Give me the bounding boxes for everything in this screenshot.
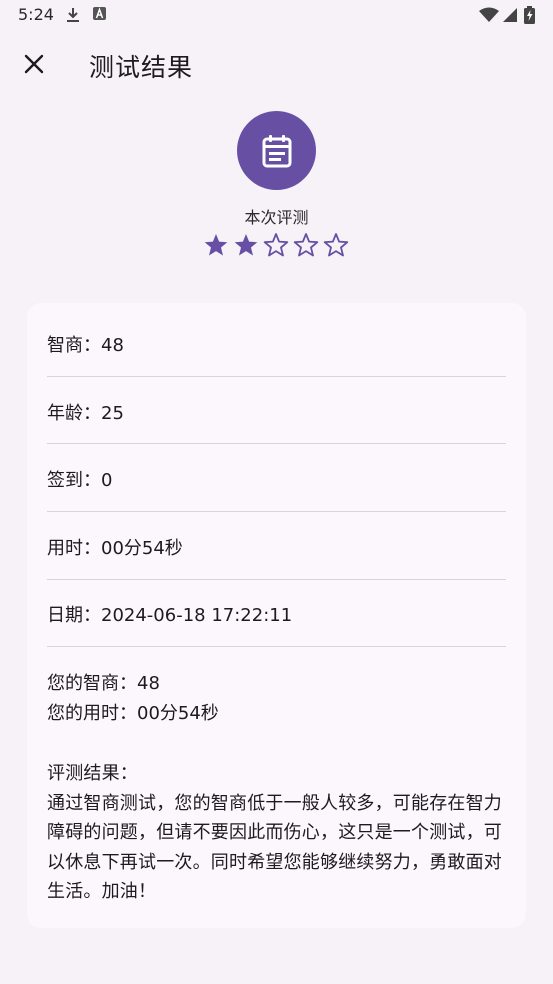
divider	[47, 579, 506, 580]
age-row: 年龄：25	[47, 399, 506, 425]
star-empty-icon	[323, 233, 349, 257]
duration-label: 用时：	[47, 538, 101, 559]
checkin-label: 签到：	[47, 470, 101, 491]
iq-row: 智商：48	[47, 331, 506, 357]
star-empty-icon	[293, 233, 319, 257]
your-iq-label: 您的智商：	[47, 673, 137, 694]
your-iq-value: 48	[137, 673, 160, 694]
summary-block: 您的智商：48 您的用时：00分54秒	[47, 669, 509, 729]
app-bar: 测试结果	[0, 34, 553, 98]
divider	[47, 511, 506, 512]
age-label: 年龄：	[47, 403, 101, 424]
date-value: 2024-06-18 17:22:11	[101, 605, 293, 626]
star-filled-icon	[234, 234, 258, 256]
checkin-value: 0	[101, 470, 113, 491]
status-time: 5:24	[18, 5, 54, 24]
date-row: 日期：2024-06-18 17:22:11	[47, 601, 506, 627]
hero-badge	[237, 111, 316, 190]
star-filled-icon	[204, 234, 228, 256]
age-value: 25	[101, 403, 124, 424]
result-card: 智商：48 年龄：25 签到：0 用时：00分54秒 日期：2024-06-18…	[27, 303, 526, 928]
download-icon	[67, 8, 79, 22]
close-button[interactable]	[14, 44, 54, 84]
duration-value: 00分54秒	[101, 538, 183, 559]
page-title: 测试结果	[89, 53, 194, 82]
status-bar: 5:24	[0, 0, 553, 30]
wifi-icon	[479, 7, 499, 22]
your-time-line: 您的用时：00分54秒	[47, 699, 509, 729]
iq-label: 智商：	[47, 335, 101, 356]
evaluation-label: 本次评测	[244, 208, 309, 227]
divider	[47, 443, 506, 444]
close-icon	[24, 54, 44, 74]
result-label: 评测结果：	[47, 763, 138, 784]
your-time-value: 00分54秒	[137, 703, 219, 724]
divider	[47, 646, 506, 647]
your-time-label: 您的用时：	[47, 703, 137, 724]
rating-stars	[203, 232, 353, 260]
divider	[47, 376, 506, 377]
battery-icon	[524, 6, 535, 24]
your-iq-line: 您的智商：48	[47, 669, 509, 699]
result-section: 评测结果： 通过智商测试，您的智商低于一般人较多，可能存在智力障碍的问题，但请不…	[47, 759, 509, 907]
star-empty-icon	[263, 233, 289, 257]
duration-row: 用时：00分54秒	[47, 534, 506, 560]
date-label: 日期：	[47, 605, 101, 626]
result-text: 通过智商测试，您的智商低于一般人较多，可能存在智力障碍的问题，但请不要因此而伤心…	[47, 792, 502, 903]
text-a-icon	[93, 7, 106, 20]
checkin-row: 签到：0	[47, 466, 506, 492]
iq-value: 48	[101, 335, 124, 356]
signal-icon	[503, 8, 517, 22]
clipboard-icon	[262, 134, 291, 167]
